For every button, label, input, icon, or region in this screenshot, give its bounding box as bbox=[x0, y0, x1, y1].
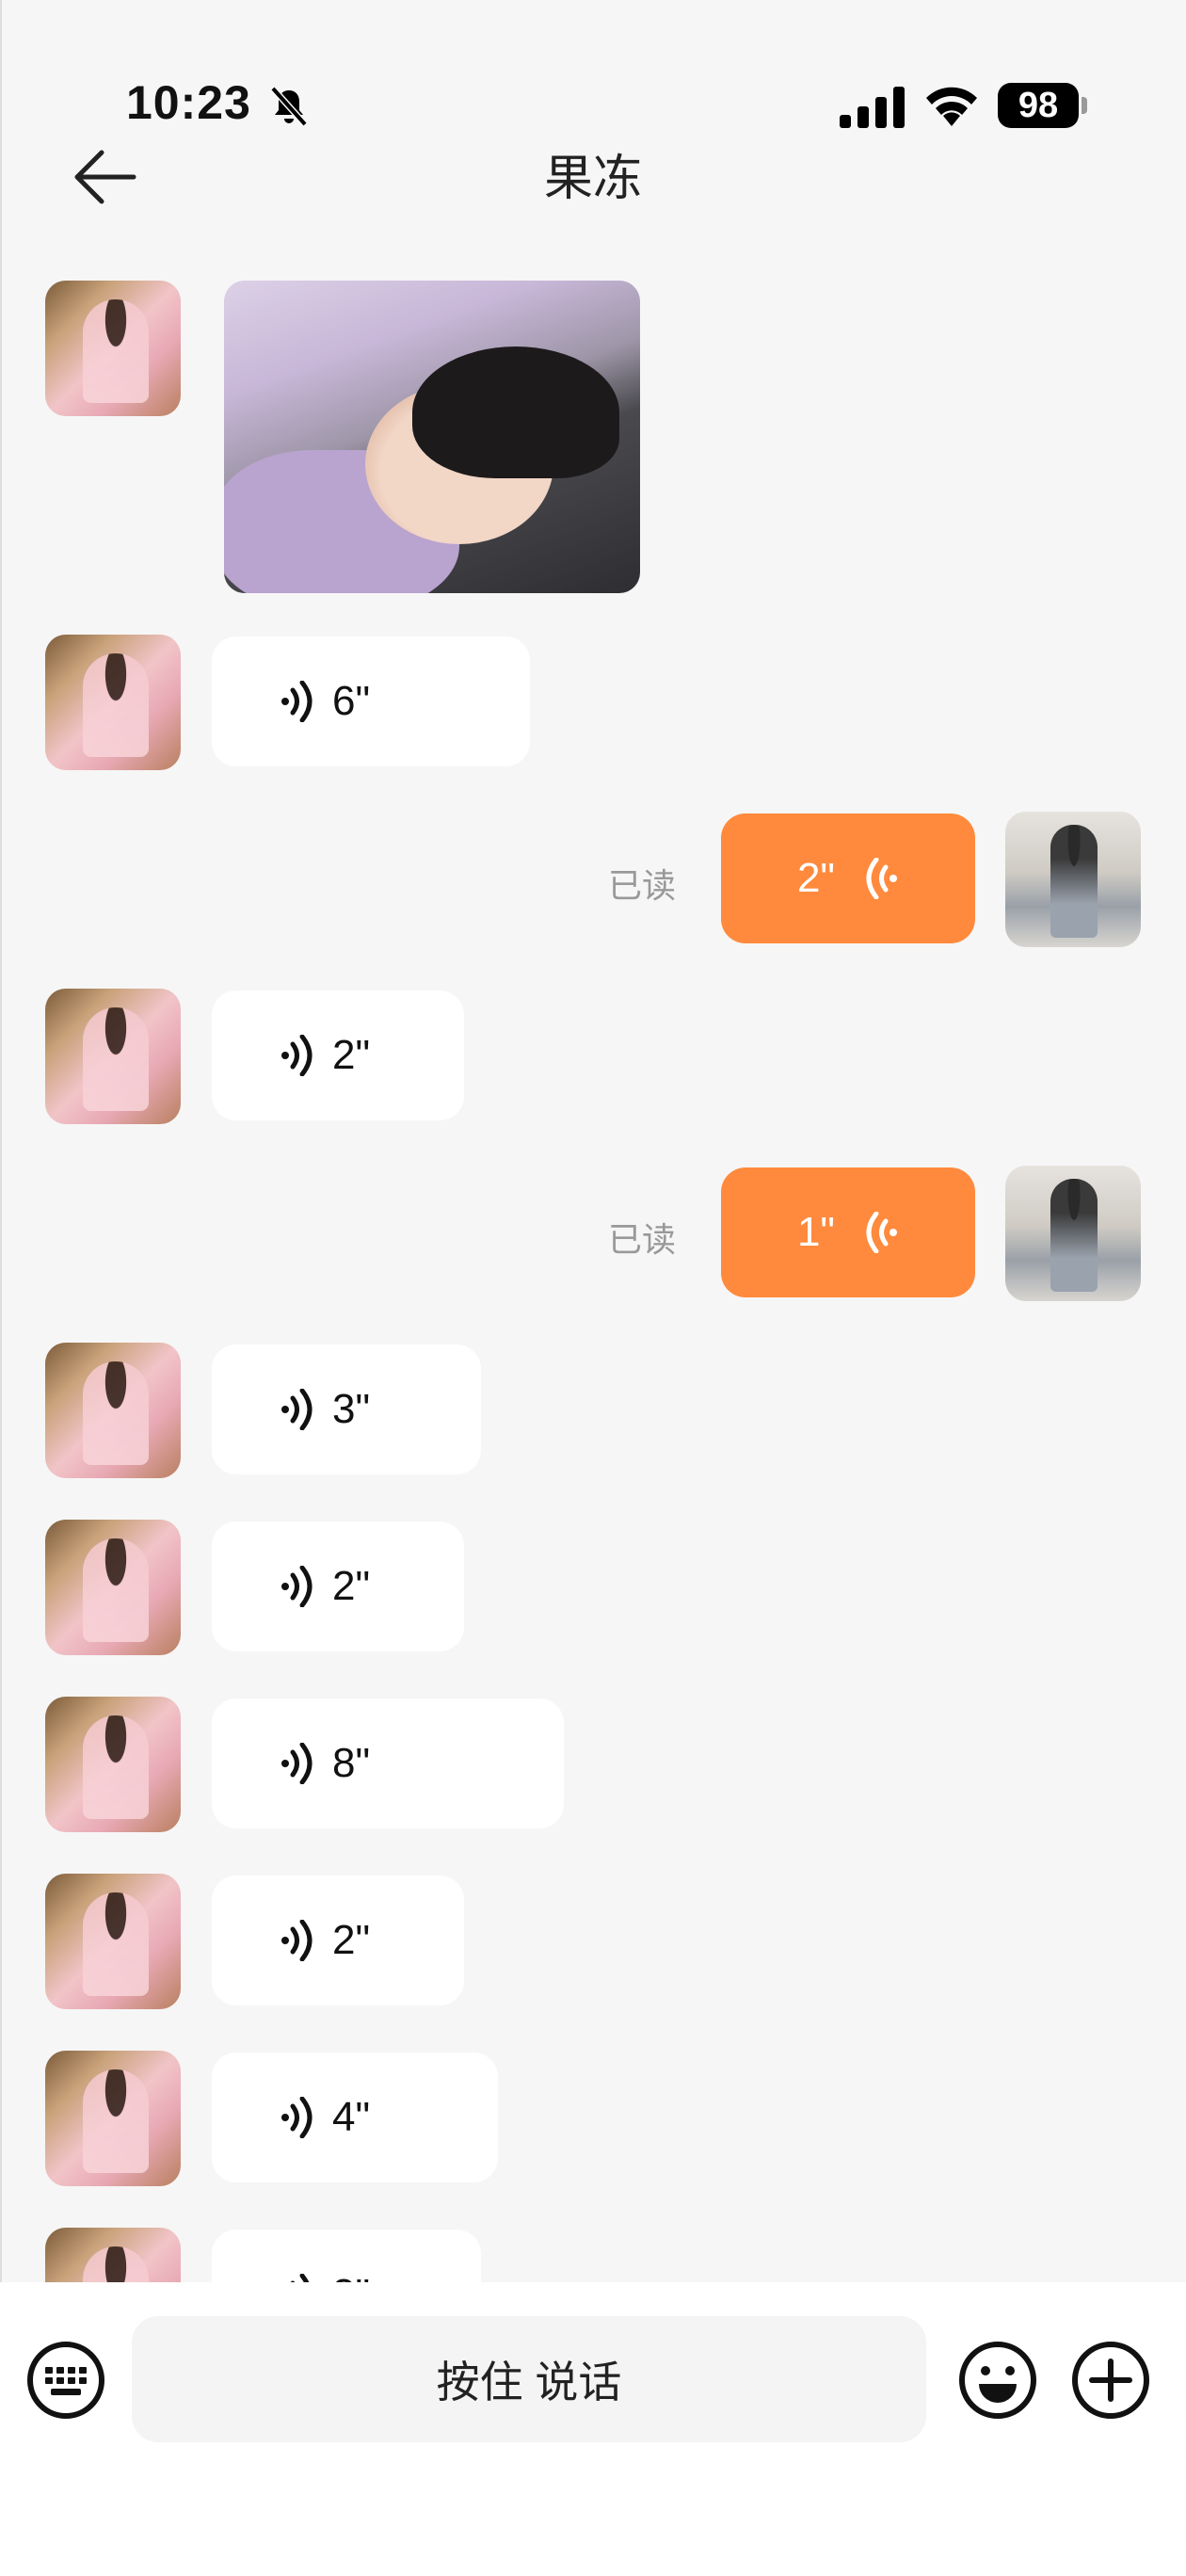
voice-wave-icon bbox=[866, 858, 898, 899]
read-status: 已读 bbox=[608, 1220, 677, 1259]
contact-avatar[interactable] bbox=[45, 1874, 181, 2009]
voice-duration: 8" bbox=[332, 1740, 371, 1786]
voice-message[interactable]: 6" bbox=[212, 636, 530, 766]
voice-message-sent[interactable]: 1" bbox=[721, 1167, 975, 1297]
image-message[interactable] bbox=[224, 281, 640, 593]
voice-duration: 1" bbox=[796, 1209, 836, 1255]
voice-wave-icon bbox=[281, 1743, 313, 1784]
voice-duration: 2" bbox=[332, 1563, 371, 1609]
voice-duration: 3" bbox=[332, 1386, 371, 1432]
contact-avatar[interactable] bbox=[45, 1343, 181, 1478]
keyboard-icon[interactable] bbox=[24, 2339, 107, 2422]
contact-avatar[interactable] bbox=[45, 281, 181, 416]
voice-message-sent[interactable]: 2" bbox=[721, 813, 975, 943]
battery-icon: 98 bbox=[998, 83, 1088, 128]
contact-avatar[interactable] bbox=[45, 989, 181, 1124]
voice-wave-icon bbox=[281, 1389, 313, 1430]
contact-avatar[interactable] bbox=[45, 635, 181, 770]
voice-message[interactable]: 2" bbox=[212, 990, 464, 1120]
voice-message[interactable]: 3" bbox=[212, 1344, 481, 1474]
signal-icon bbox=[840, 87, 905, 128]
voice-message[interactable]: 2" bbox=[212, 1876, 464, 2005]
contact-avatar[interactable] bbox=[45, 1697, 181, 1832]
left-edge bbox=[0, 0, 2, 2576]
status-time: 10:23 bbox=[126, 76, 251, 129]
battery-level: 98 bbox=[998, 83, 1079, 128]
voice-wave-icon bbox=[281, 1920, 313, 1961]
voice-duration: 2" bbox=[332, 1032, 371, 1078]
read-status: 已读 bbox=[608, 866, 677, 905]
voice-duration: 6" bbox=[332, 678, 371, 724]
contact-avatar[interactable] bbox=[45, 1520, 181, 1655]
voice-wave-icon bbox=[281, 681, 313, 722]
hold-to-talk-button[interactable]: 按住 说话 bbox=[132, 2316, 926, 2442]
plus-icon[interactable] bbox=[1069, 2339, 1152, 2422]
emoji-icon[interactable] bbox=[956, 2339, 1039, 2422]
bell-slash-icon bbox=[270, 86, 308, 127]
contact-avatar[interactable] bbox=[45, 2051, 181, 2186]
voice-wave-icon bbox=[281, 1035, 313, 1076]
my-avatar[interactable] bbox=[1005, 1166, 1141, 1301]
voice-wave-icon bbox=[281, 1566, 313, 1607]
voice-wave-icon bbox=[281, 2097, 313, 2138]
voice-duration: 4" bbox=[332, 2094, 371, 2140]
back-arrow-icon[interactable] bbox=[66, 141, 151, 217]
voice-message[interactable]: 4" bbox=[212, 2053, 498, 2182]
voice-duration: 2" bbox=[796, 855, 836, 901]
voice-message[interactable]: 8" bbox=[212, 1699, 564, 1828]
voice-duration: 2" bbox=[332, 1917, 371, 1963]
wifi-icon bbox=[926, 87, 977, 126]
voice-wave-icon bbox=[866, 1212, 898, 1253]
my-avatar[interactable] bbox=[1005, 812, 1141, 947]
voice-message[interactable]: 2" bbox=[212, 1521, 464, 1651]
chat-title: 果冻 bbox=[543, 152, 642, 206]
